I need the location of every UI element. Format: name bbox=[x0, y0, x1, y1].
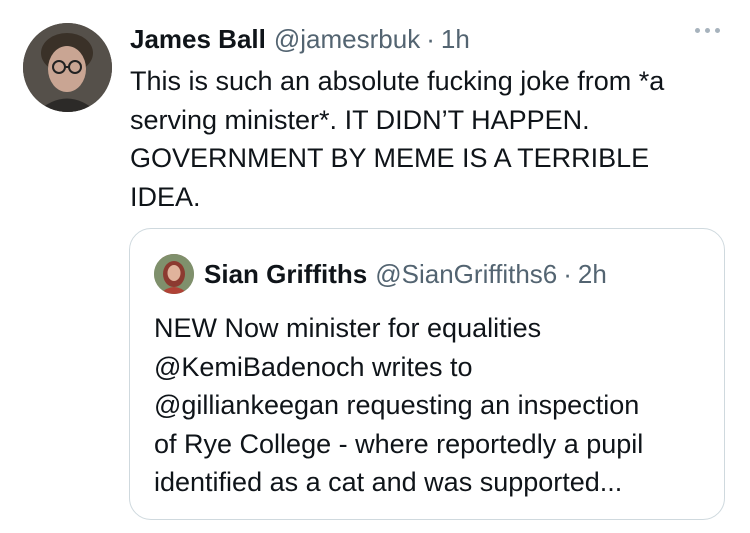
author-name[interactable]: James Ball bbox=[130, 22, 266, 56]
author-avatar[interactable] bbox=[23, 23, 112, 112]
quoted-author-name[interactable]: Sian Griffiths bbox=[204, 257, 367, 291]
more-dot bbox=[715, 28, 720, 33]
author-handle[interactable]: @jamesrbuk bbox=[274, 22, 420, 56]
separator-dot: · bbox=[426, 24, 435, 54]
quoted-author-handle[interactable]: @SianGriffiths6 bbox=[375, 257, 557, 291]
quoted-tweet-text: NEW Now minister for equalities @KemiBad… bbox=[154, 313, 644, 497]
tweet-text: This is such an absolute fucking joke fr… bbox=[130, 66, 665, 212]
more-options-icon[interactable] bbox=[695, 28, 720, 33]
tweet-header: James Ball @jamesrbuk · 1h bbox=[130, 22, 470, 56]
quoted-tweet[interactable]: Sian Griffiths @SianGriffiths6 · 2h NEW … bbox=[129, 228, 725, 520]
more-dot bbox=[695, 28, 700, 33]
tweet-timestamp[interactable]: 1h bbox=[441, 22, 470, 56]
more-dot bbox=[705, 28, 710, 33]
quoted-author-avatar[interactable] bbox=[154, 254, 194, 294]
quoted-tweet-header: Sian Griffiths @SianGriffiths6 · 2h bbox=[204, 257, 607, 291]
quoted-tweet-timestamp[interactable]: 2h bbox=[578, 257, 607, 291]
separator-dot: · bbox=[563, 259, 572, 289]
